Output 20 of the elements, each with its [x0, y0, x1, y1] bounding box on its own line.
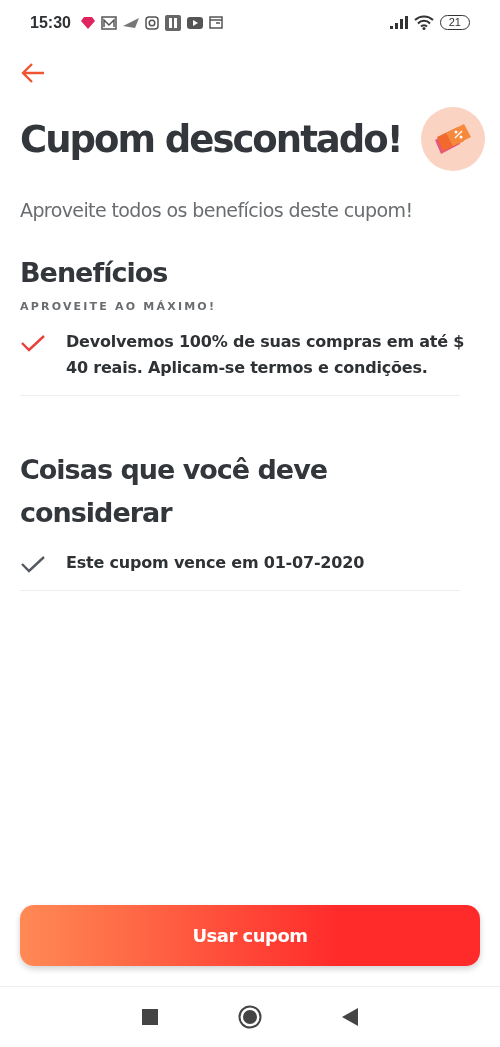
back-arrow-icon[interactable] [20, 61, 46, 85]
item-text: Devolvemos 100% de suas compras em até $ 40 reais. Aplicam-se termos e condições. [66, 331, 466, 379]
camera-icon [144, 15, 159, 30]
mail-icon [100, 15, 117, 30]
coupon-icon [434, 124, 472, 154]
home-icon[interactable] [238, 1005, 262, 1029]
back-icon[interactable] [342, 1008, 358, 1026]
item-text: Este cupom vence em 01-07-2020 [66, 552, 365, 574]
status-time: 15:30 [30, 13, 71, 32]
section-heading: Benefícios [20, 256, 169, 290]
section-heading: Coisas que você deve considerar [20, 453, 329, 530]
window-icon [208, 16, 223, 29]
page-subtitle: Aproveite todos os benefícios deste cupom! [20, 199, 414, 221]
section-subheading: APROVEITE AO MÁXIMO! [20, 300, 218, 313]
use-coupon-button[interactable]: Usar cupom [20, 905, 480, 966]
app-icon [164, 14, 181, 31]
signal-icon [389, 16, 408, 29]
page-title: Cupom descontado! [20, 117, 402, 161]
play-icon [186, 16, 203, 29]
wifi-icon [413, 15, 434, 30]
